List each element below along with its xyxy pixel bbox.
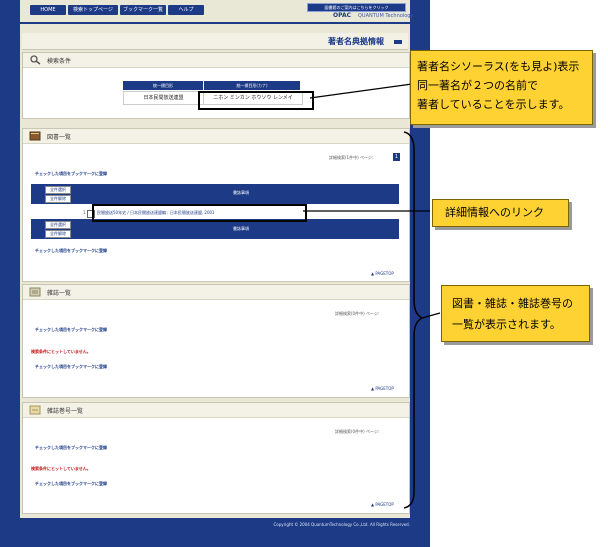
callout-line: 著者していることを示します。	[417, 98, 570, 111]
callout-line: 詳細情報へのリンク	[445, 206, 544, 219]
callout-lists: 図書・雑誌・雑誌巻号の 一覧が表示されます。	[441, 285, 590, 342]
connector-line-top	[309, 83, 413, 99]
callout-line: 一覧が表示されます。	[452, 318, 561, 331]
callout-thesaurus: 著者名シソーラス(をも見よ)表示 同一著名が２つの名前で 著者していることを示し…	[410, 50, 593, 125]
connector-line-lists	[421, 312, 441, 319]
callout-link: 詳細情報へのリンク	[432, 199, 569, 227]
callout-line: 著者名シソーラス(をも見よ)表示	[417, 60, 580, 73]
callout-line: 同一著名が２つの名前で	[417, 79, 538, 92]
callout-line: 図書・雑誌・雑誌巻号の	[452, 297, 573, 310]
brace-bracket	[403, 131, 424, 509]
